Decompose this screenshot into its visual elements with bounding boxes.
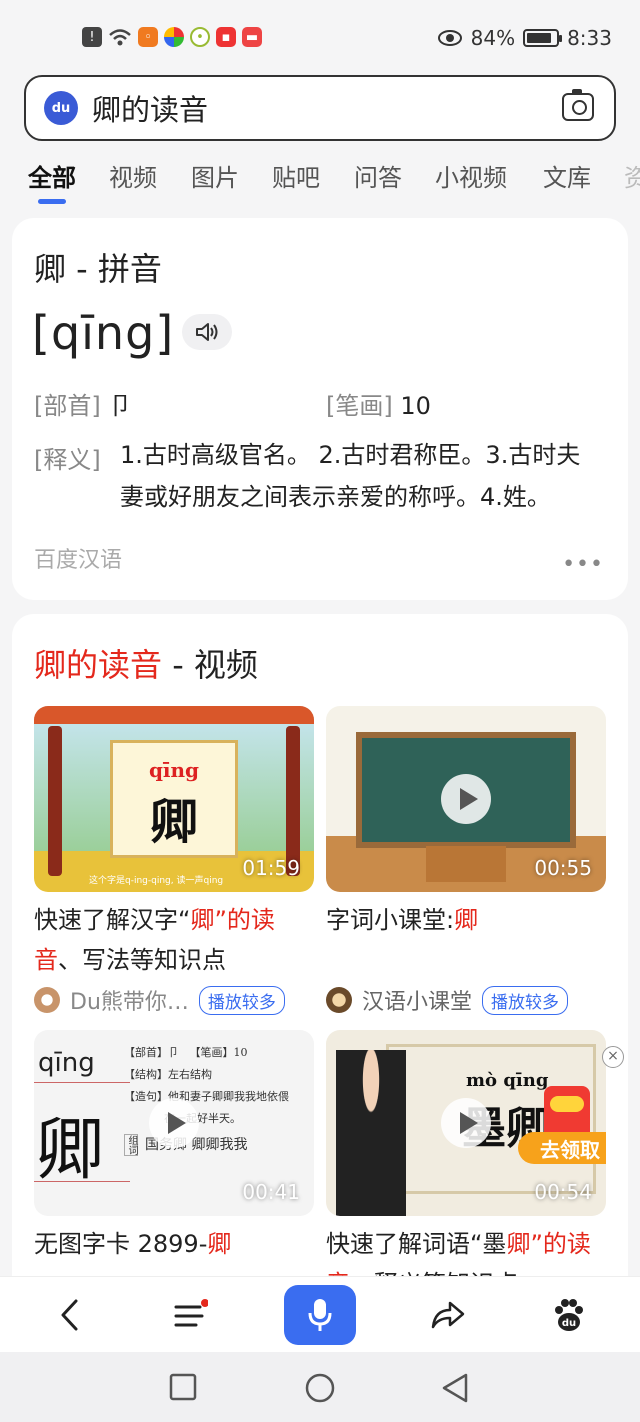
presenter-image (336, 1050, 406, 1216)
video-duration: 01:59 (242, 856, 300, 880)
tab-qa[interactable]: 问答 (354, 158, 402, 193)
thumb-character: 卿 (36, 1111, 105, 1190)
search-tabs: 全部 视频 图片 贴吧 问答 小视频 文库 资 (0, 150, 640, 210)
video-thumbnail[interactable]: mò qīng 墨卿 去领取 00:54 (326, 1030, 606, 1216)
tab-images[interactable]: 图片 (191, 158, 239, 193)
radical-label: [部首] (34, 392, 101, 420)
camera-icon[interactable] (562, 89, 594, 121)
microphone-icon (308, 1299, 332, 1331)
video-duration: 00:54 (534, 1180, 592, 1204)
active-tab-indicator (38, 199, 66, 204)
wifi-icon (109, 29, 131, 46)
battery-percent: 84% (470, 26, 516, 50)
alert-icon: ! (82, 27, 102, 47)
video-title[interactable]: 快速了解汉字“卿”的读音、写法等知识点 (34, 900, 314, 980)
video-section-title[interactable]: 卿的读音 - 视频 (34, 640, 258, 686)
svg-text:du: du (562, 1318, 576, 1329)
pinyin: [qīng] (32, 306, 175, 360)
bottom-navigation: du (0, 1276, 640, 1352)
tab-wenku[interactable]: 文库 (543, 158, 591, 193)
source-label[interactable]: 百度汉语 (34, 542, 122, 574)
strokes-label: [笔画] (326, 392, 393, 420)
radical-value: 卩 (108, 392, 133, 420)
close-icon[interactable]: × (602, 1046, 624, 1068)
recent-apps-icon[interactable] (168, 1372, 198, 1402)
app-notification-icon: • (190, 27, 210, 47)
popular-badge: 播放较多 (198, 985, 285, 1015)
baidu-home-icon[interactable]: du (548, 1295, 588, 1335)
app-notification-icon: ◦ (138, 27, 158, 47)
notification-icons: ! ◦ • ▪ ▬ (82, 27, 262, 47)
dictionary-title: 卿 - 拼音 (34, 250, 162, 288)
home-icon[interactable] (304, 1372, 336, 1404)
meaning-text: 1.古时高级官名。 2.古时君称臣。3.古时夫妻或好朋友之间表示亲爱的称呼。4.… (120, 441, 581, 511)
claim-reward-button[interactable]: 去领取 (518, 1132, 606, 1164)
menu-icon[interactable] (170, 1295, 210, 1335)
share-icon[interactable] (428, 1295, 468, 1335)
popular-badge: 播放较多 (482, 985, 569, 1015)
video-duration: 00:55 (534, 856, 592, 880)
tab-all[interactable]: 全部 (28, 158, 76, 193)
play-icon[interactable] (149, 1098, 199, 1148)
play-icon[interactable] (441, 774, 491, 824)
tab-tieba[interactable]: 贴吧 (272, 158, 320, 193)
app-notification-icon: ▬ (242, 27, 262, 47)
video-thumbnail[interactable]: 00:55 (326, 706, 606, 892)
tab-video[interactable]: 视频 (109, 158, 157, 193)
video-thumbnail[interactable]: qīng 卿 这个字是q-ing-qing, 读一声qing 01:59 (34, 706, 314, 892)
battery-icon (523, 29, 563, 47)
strokes-value: 10 (400, 392, 431, 420)
video-author[interactable]: 汉语小课堂 播放较多 (326, 984, 569, 1016)
thumb-pinyin: qīng (148, 758, 200, 782)
meaning-label: [释义] (34, 446, 101, 474)
system-back-icon[interactable] (440, 1372, 470, 1404)
search-box[interactable]: du 卿的读音 (24, 75, 616, 141)
tab-more[interactable]: 资 (624, 158, 640, 193)
video-results-card: 卿的读音 - 视频 qīng 卿 这个字是q-ing-qing, 读一声qing… (12, 614, 628, 1314)
video-title[interactable]: 无图字卡 2899-卿 (34, 1224, 314, 1264)
app-notification-icon (164, 27, 184, 47)
more-options-icon[interactable]: ••• (562, 552, 604, 577)
avatar (34, 987, 60, 1013)
play-icon[interactable] (441, 1098, 491, 1148)
video-author[interactable]: Du熊带你… 播放较多 (34, 984, 285, 1016)
back-icon[interactable] (50, 1295, 90, 1335)
avatar (326, 987, 352, 1013)
thumb-caption: 这个字是q-ing-qing, 读一声qing (89, 876, 224, 886)
dictionary-card[interactable]: 卿 - 拼音 [qīng] [部首] 卩 [笔画] 10 [释义] 1.古时高级… (12, 218, 628, 600)
search-input[interactable]: 卿的读音 (92, 87, 208, 129)
baidu-logo-icon: du (44, 91, 78, 125)
voice-search-button[interactable] (284, 1285, 356, 1345)
video-duration: 00:41 (242, 1180, 300, 1204)
thumb-pinyin: qīng (38, 1048, 95, 1078)
tab-short-video[interactable]: 小视频 (435, 158, 507, 193)
speaker-icon[interactable] (182, 314, 232, 350)
clock: 8:33 (567, 26, 612, 50)
thumb-pinyin: mò qīng (466, 1070, 549, 1091)
eye-icon (437, 30, 462, 46)
thumb-character: 卿 (149, 794, 198, 850)
video-thumbnail[interactable]: qīng 卿 【部首】卩 【笔画】10 【结构】左右结构 【造句】他和妻子卿卿我… (34, 1030, 314, 1216)
video-title[interactable]: 字词小课堂:卿 (326, 900, 606, 940)
system-navigation-bar (0, 1352, 640, 1422)
status-bar: ! ◦ • ▪ ▬ 84% 8:33 (0, 0, 640, 70)
thumb-info: 【部首】卩 【笔画】10 【结构】左右结构 【造句】他和妻子卿卿我我地依偎 在一… (124, 1046, 289, 1156)
app-notification-icon: ▪ (216, 27, 236, 47)
